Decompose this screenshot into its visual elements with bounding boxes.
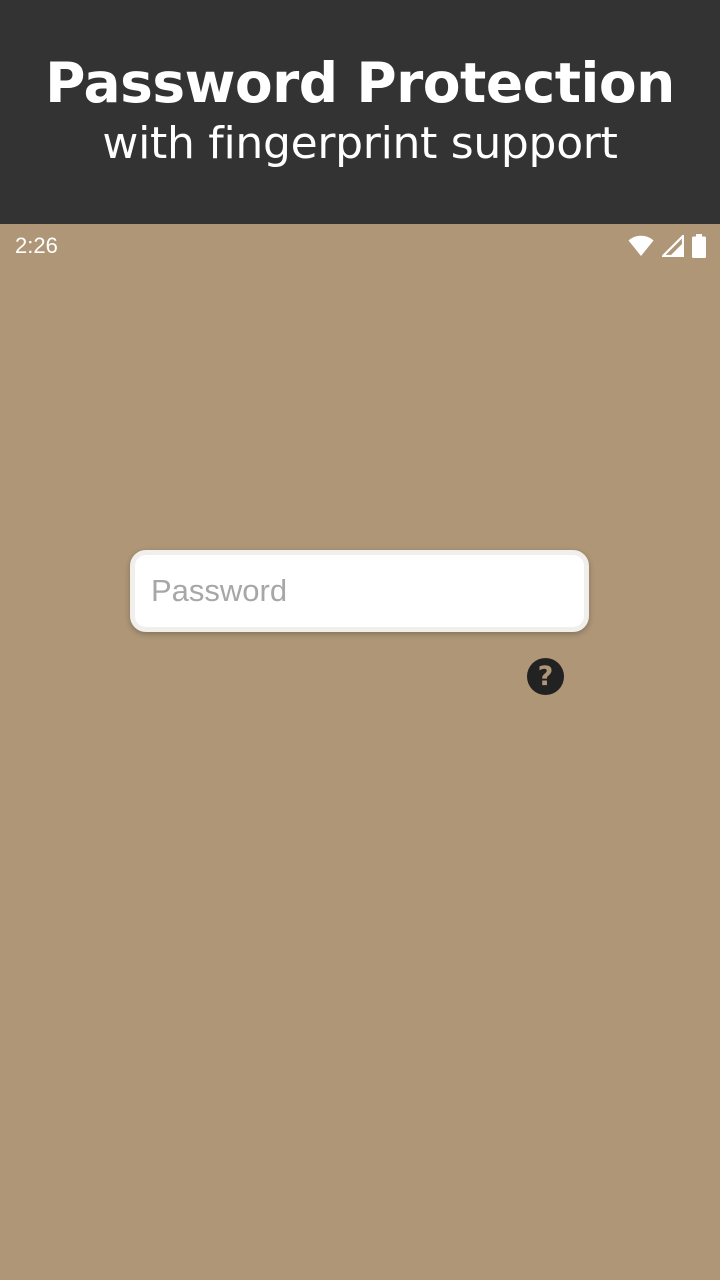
password-field-container[interactable]	[130, 550, 589, 632]
cellular-signal-icon	[662, 235, 684, 257]
phone-screen: 2:26 ?	[0, 224, 720, 1280]
status-bar: 2:26	[0, 224, 720, 268]
help-button[interactable]: ?	[527, 658, 564, 695]
battery-icon	[692, 234, 706, 258]
banner-subtitle: with fingerprint support	[102, 118, 618, 169]
promo-banner: Password Protection with fingerprint sup…	[0, 0, 720, 224]
banner-title: Password Protection	[45, 51, 675, 115]
status-icons	[628, 234, 706, 258]
password-input[interactable]	[151, 573, 568, 609]
status-time: 2:26	[15, 233, 58, 258]
question-mark-icon: ?	[537, 661, 554, 692]
wifi-icon	[628, 235, 654, 257]
